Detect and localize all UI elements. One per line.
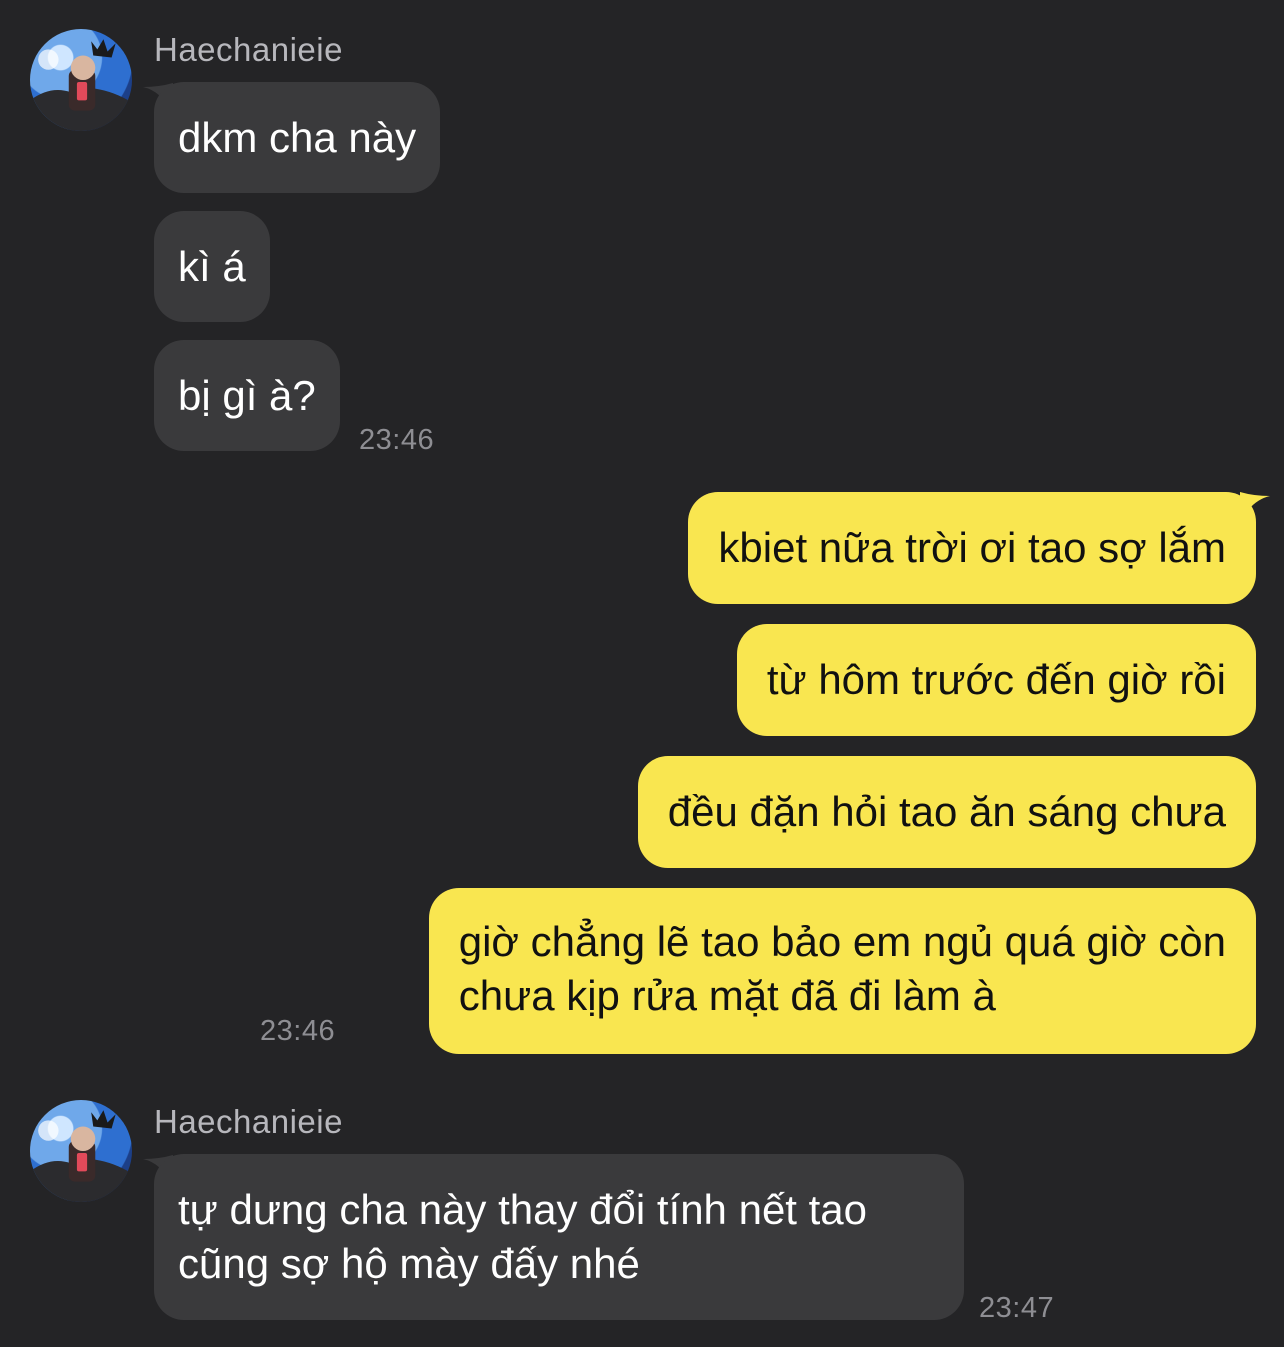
sender-name: Haechanieie [154,31,343,68]
incoming-message[interactable]: dkm cha này [154,82,441,193]
message-timestamp: 23:47 [979,1292,1055,1324]
outgoing-message[interactable]: giờ chẳng lẽ tao bảo em ngủ quá giờ còn … [428,888,1256,1054]
outgoing-message[interactable]: từ hôm trước đến giờ rồi [736,624,1256,736]
sender-avatar[interactable] [30,29,132,131]
message-timestamp: 23:46 [260,1015,336,1047]
incoming-message[interactable]: bị gì à? [154,340,340,451]
outgoing-message[interactable]: kbiet nữa trời ơi tao sợ lắm [688,492,1256,604]
sender-name: Haechanieie [154,1103,343,1140]
outgoing-message[interactable]: đều đặn hỏi tao ăn sáng chưa [637,756,1256,868]
incoming-message[interactable]: tự dưng cha này thay đổi tính nết tao cũ… [154,1154,964,1320]
incoming-message[interactable]: kì á [154,211,270,322]
sender-avatar[interactable] [30,1100,132,1202]
avatar-photo-icon [30,39,132,131]
avatar-photo-icon [30,1110,132,1202]
message-timestamp: 23:46 [359,424,435,456]
